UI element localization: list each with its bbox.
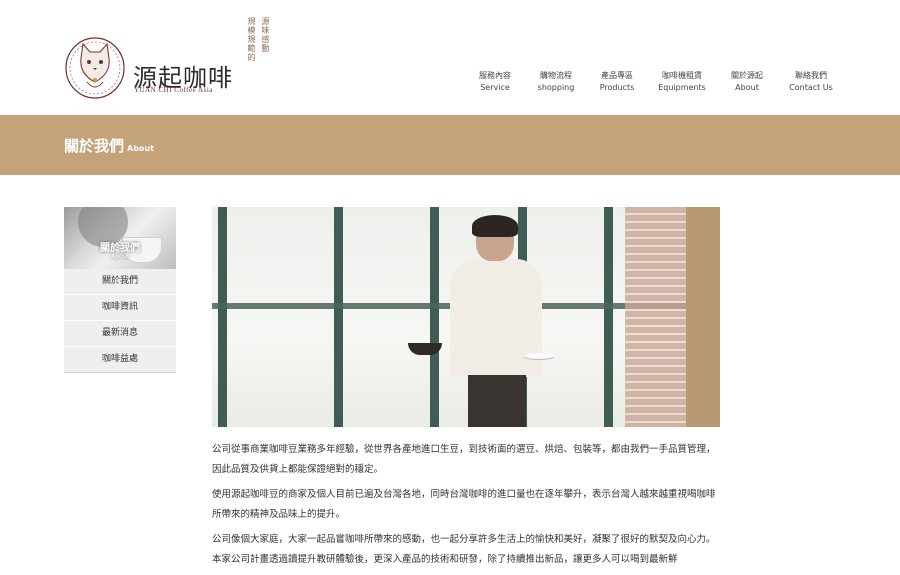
nav-item-sublabel: Equipments: [658, 83, 706, 92]
nav-item-sublabel: Contact Us: [789, 83, 833, 92]
page-banner: 關於我們 About: [0, 115, 900, 175]
slogan-line-1: 源味感動: [261, 17, 270, 53]
nav-item-label: 產品專區: [601, 71, 633, 80]
nav-item-label: 關於源起: [731, 71, 763, 80]
logo-subtitle: YUAN CHI Coffee Asia: [134, 86, 213, 94]
sidebar-item-coffee-info[interactable]: 咖啡資訊: [64, 295, 176, 321]
sidebar-item-about[interactable]: 關於我們: [64, 269, 176, 295]
page-title-sub: About: [127, 144, 154, 153]
nav-item-label: 聯絡我們: [795, 71, 827, 80]
nav-item-sublabel: Products: [599, 83, 635, 92]
page-title-text: 關於我們: [64, 137, 125, 155]
sidebar: 關於我們 About 關於我們 咖啡資訊 最新消息 咖啡益處: [64, 207, 176, 373]
content-paragraph: 公司像個大家庭，大家一起品嘗咖啡所帶來的感動，也一起分享許多生活上的愉快和美好，…: [212, 534, 716, 565]
nav-item-label: 咖啡機租賃: [662, 71, 702, 80]
nav-item-label: 服務內容: [479, 71, 511, 80]
nav-item-label: 購物流程: [540, 71, 572, 80]
about-content: 公司從事商業咖啡豆業務多年經驗，從世界各產地進口生豆，到技術面的選豆、烘焙、包裝…: [212, 440, 720, 575]
plate-icon: [524, 353, 554, 359]
site-header: 源起咖啡 YUAN CHI Coffee Asia 規模規範的 源味感動 服務內…: [0, 0, 900, 115]
nav-item-products[interactable]: 產品專區 Products: [590, 70, 644, 94]
sidebar-item-benefits[interactable]: 咖啡益處: [64, 347, 176, 373]
content-paragraph: 使用源起咖啡豆的商家及個人目前已遍及台灣各地，同時台灣咖啡的進口量也在逐年攀升，…: [212, 489, 716, 520]
nav-item-service[interactable]: 服務內容 Service: [468, 70, 522, 94]
main-nav: 服務內容 Service 購物流程 shopping 產品專區 Products…: [468, 70, 848, 94]
about-photo: [212, 207, 720, 427]
page-title: 關於我們 About: [64, 135, 154, 156]
nav-item-shopping[interactable]: 購物流程 shopping: [522, 70, 590, 94]
nav-item-equipments[interactable]: 咖啡機租賃 Equipments: [644, 70, 720, 94]
sidebar-hero-sublabel: About: [111, 253, 129, 260]
barista-figure: [408, 213, 560, 427]
slogan: 規模規範的 源味感動: [246, 17, 348, 62]
nav-item-sublabel: About: [735, 83, 759, 92]
nav-item-sublabel: shopping: [537, 83, 575, 92]
content-paragraph: 公司從事商業咖啡豆業務多年經驗，從世界各產地進口生豆，到技術面的選豆、烘焙、包裝…: [212, 444, 716, 475]
sidebar-hero-label: 關於我們: [100, 243, 140, 254]
nav-item-sublabel: Service: [480, 83, 510, 92]
sidebar-hero-image: 關於我們 About: [64, 207, 176, 269]
nav-item-contact[interactable]: 聯絡我們 Contact Us: [774, 70, 848, 94]
nav-item-about[interactable]: 關於源起 About: [720, 70, 774, 94]
sidebar-item-news[interactable]: 最新消息: [64, 321, 176, 347]
slogan-line-2: 規模規範的: [247, 17, 256, 62]
cat-logo-icon: [65, 37, 125, 99]
